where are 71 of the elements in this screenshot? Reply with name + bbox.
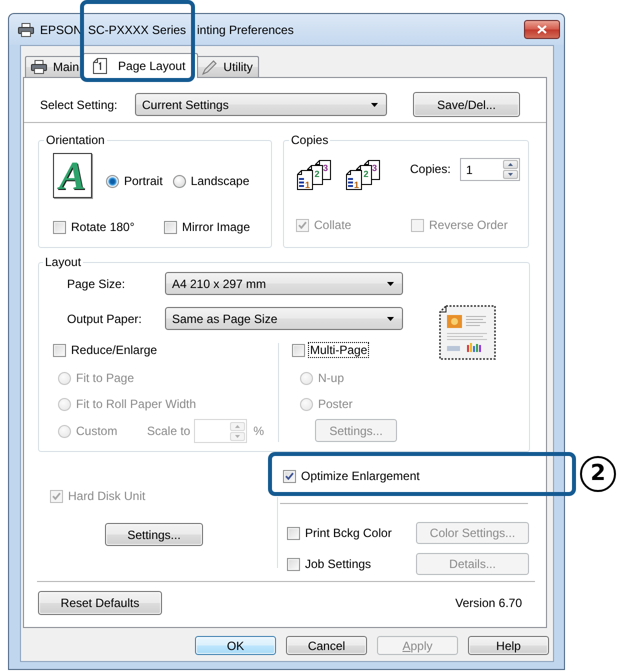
copies-field[interactable]: 1 [460, 158, 520, 181]
option-label: Optimize Enlargement [300, 469, 421, 483]
dialog-button[interactable]: OK [195, 636, 276, 655]
checkbox[interactable] [287, 526, 300, 540]
radio-button[interactable] [172, 174, 186, 188]
option-label: Portrait [123, 174, 164, 188]
version-label: Version 6.70 [455, 596, 522, 610]
down-arrow-icon [508, 173, 513, 176]
settings-button[interactable]: Settings... [105, 523, 203, 546]
field-label: Page Size: [67, 276, 126, 290]
checkmark-icon [52, 492, 61, 500]
checkbox[interactable] [287, 558, 300, 570]
reset-defaults-button[interactable]: Reset Defaults [38, 591, 162, 615]
option-label: Rotate 180° [70, 220, 136, 234]
field-label: Scale to [147, 424, 190, 438]
up-arrow-icon [235, 424, 240, 428]
portrait-page-preview: A [53, 153, 92, 198]
page-preview-drawing [439, 305, 497, 361]
group-title: Layout [44, 255, 82, 269]
settings-dropdown[interactable]: Current Settings [135, 93, 387, 116]
field-label: Select Setting: [40, 98, 118, 112]
option-label: Landscape [190, 174, 250, 188]
field-label: Copies: [410, 161, 452, 178]
option-label: Job Settings [304, 557, 372, 571]
checkmark-icon [298, 221, 307, 229]
option-label: Fit to Roll Paper Width [75, 397, 198, 411]
dialog-button[interactable]: Cancel [286, 636, 367, 655]
option-label: Custom [75, 424, 118, 438]
up-arrow-icon [508, 163, 513, 166]
tab[interactable]: Page Layout [83, 53, 198, 78]
spin-up-button[interactable] [503, 160, 518, 169]
pencil-icon [202, 60, 218, 74]
group-title: Orientation [45, 133, 106, 147]
page-size-dropdown[interactable]: A4 210 x 297 mm [165, 272, 403, 295]
option-label: Fit to Page [75, 371, 136, 385]
output-paper-dropdown[interactable]: Same as Page Size [165, 307, 403, 330]
checkbox[interactable] [53, 220, 66, 234]
spin-down-button[interactable] [503, 170, 518, 179]
option-label: Hard Disk Unit [67, 489, 146, 503]
page-icon [93, 58, 108, 74]
close-button[interactable] [524, 20, 560, 39]
checkmark-icon [285, 472, 294, 480]
option-label: Reverse Order [428, 218, 509, 232]
option-label: Print Bckg Color [304, 526, 393, 540]
option-label: Reduce/Enlarge [70, 343, 158, 357]
save-delete-button[interactable]: Save/Del... [413, 92, 520, 117]
window-title: SC-PXXXX Series [88, 22, 188, 36]
field-label: Output Paper: [67, 312, 143, 326]
down-arrow-icon [235, 434, 240, 438]
option-label: Mirror Image [181, 220, 252, 234]
step-number: 2 [580, 456, 616, 492]
window-title: inting Preferences [197, 22, 294, 36]
caret-icon [387, 282, 394, 286]
group-title: Copies [290, 133, 330, 147]
option-label: N-up [317, 371, 346, 385]
checkbox[interactable] [292, 344, 305, 356]
checkbox[interactable] [164, 220, 177, 234]
checkbox[interactable] [53, 344, 66, 356]
checkbox[interactable] [283, 470, 296, 482]
option-label: Multi-Page [309, 343, 368, 357]
dialog-button[interactable]: Help [468, 636, 549, 655]
option-label: Collate [313, 218, 352, 232]
caret-icon [371, 102, 378, 106]
unit-label: % [253, 424, 264, 438]
tab[interactable]: Utility [196, 56, 259, 77]
printer-icon [18, 22, 34, 36]
radio-button[interactable] [106, 174, 119, 188]
printer-icon [31, 60, 47, 74]
close-icon [537, 25, 547, 34]
option-label: Poster [317, 397, 354, 411]
caret-icon [387, 316, 394, 320]
